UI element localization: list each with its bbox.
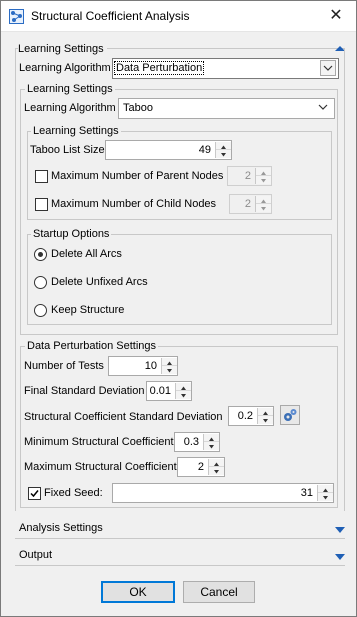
delete-unfixed-arcs-label: Delete Unfixed Arcs [51,276,148,288]
max-children-value: 2 [244,198,251,210]
output-title: Output [19,549,56,561]
spin-down-icon[interactable] [176,391,191,399]
spin-down-icon[interactable] [318,493,333,501]
spin-down-icon[interactable] [256,204,271,212]
coef-std-spinner[interactable]: 0.2 [228,406,274,426]
startup-options-title: Startup Options [31,228,112,240]
taboo-list-size-spinner[interactable]: 49 [105,140,232,160]
gear-icon[interactable] [280,405,300,425]
innermost-learning-settings-title: Learning Settings [31,125,121,137]
output-section[interactable]: Output [15,548,345,566]
final-std-spinner[interactable]: 0.01 [146,381,192,401]
close-button[interactable]: ✕ [316,1,356,31]
algorithm-select-value: Data Perturbation [113,61,205,75]
learning-settings-left-border [15,49,16,511]
inner-algorithm-select[interactable]: Taboo [118,98,335,119]
cancel-button[interactable]: Cancel [183,581,255,603]
spin-down-icon[interactable] [216,150,231,158]
spin-up-icon[interactable] [318,485,333,493]
min-coef-spinner[interactable]: 0.3 [174,432,220,452]
max-children-label: Maximum Number of Child Nodes [51,198,217,210]
chevron-down-icon [316,100,332,116]
final-std-value: 0.01 [149,385,171,397]
inner-algorithm-select-value: Taboo [123,102,153,114]
final-std-label: Final Standard Deviation [24,385,145,397]
algorithm-select[interactable]: Data Perturbation [112,58,339,79]
expand-down-icon[interactable] [335,552,345,560]
inner-algorithm-label: Learning Algorithm [24,102,116,114]
max-parents-spinner[interactable]: 2 [227,166,272,186]
number-of-tests-label: Number of Tests [24,360,104,372]
ok-button[interactable]: OK [101,581,175,603]
algorithm-label: Learning Algorithm [19,62,111,74]
max-parents-value: 2 [244,170,251,182]
max-coef-value: 2 [197,461,204,473]
dialog-window: Structural Coefficient Analysis ✕ Learni… [0,0,357,617]
taboo-list-size-value: 49 [198,144,211,156]
window-title: Structural Coefficient Analysis [31,9,190,23]
number-of-tests-spinner[interactable]: 10 [108,356,178,376]
delete-all-arcs-label: Delete All Arcs [51,248,122,260]
chevron-down-icon [320,60,336,76]
expand-down-icon[interactable] [335,525,345,533]
fixed-seed-checkbox[interactable] [28,487,41,500]
fixed-seed-spinner[interactable]: 31 [112,483,334,503]
max-parents-label: Maximum Number of Parent Nodes [51,170,224,182]
spin-down-icon[interactable] [204,442,219,450]
keep-structure-label: Keep Structure [51,304,125,316]
coef-std-label: Structural Coefficient Standard Deviatio… [24,411,223,423]
inner-learning-settings-title: Learning Settings [25,83,115,95]
spin-up-icon[interactable] [176,383,191,391]
fixed-seed-label: Fixed Seed: [44,487,103,499]
spin-up-icon[interactable] [204,434,219,442]
number-of-tests-value: 10 [144,360,157,372]
max-coef-spinner[interactable]: 2 [177,457,225,477]
spin-down-icon[interactable] [258,416,273,424]
learning-settings-title: Learning Settings [18,43,107,55]
spin-down-icon[interactable] [162,366,177,374]
max-children-checkbox[interactable] [35,198,48,211]
spin-down-icon[interactable] [209,467,224,475]
coef-std-value: 0.2 [237,410,253,422]
learning-settings-right-border [344,49,345,511]
app-icon [9,9,24,24]
spin-up-icon[interactable] [256,168,271,176]
delete-all-arcs-radio[interactable] [34,248,47,261]
max-children-spinner[interactable]: 2 [229,194,272,214]
checkmark-icon [30,490,39,498]
taboo-list-size-label: Taboo List Size [30,144,105,156]
analysis-settings-section[interactable]: Analysis Settings [15,521,345,539]
delete-unfixed-arcs-radio[interactable] [34,276,47,289]
spin-up-icon[interactable] [256,196,271,204]
title-bar: Structural Coefficient Analysis ✕ [1,1,356,32]
min-coef-label: Minimum Structural Coefficient [24,436,174,448]
data-perturbation-title: Data Perturbation Settings [25,340,159,352]
spin-down-icon[interactable] [256,176,271,184]
spin-up-icon[interactable] [209,459,224,467]
fixed-seed-value: 31 [300,487,313,499]
min-coef-value: 0.3 [183,436,199,448]
spin-up-icon[interactable] [258,408,273,416]
spin-up-icon[interactable] [162,358,177,366]
keep-structure-radio[interactable] [34,304,47,317]
spin-up-icon[interactable] [216,142,231,150]
analysis-settings-title: Analysis Settings [19,522,106,534]
max-coef-label: Maximum Structural Coefficient [24,461,177,473]
max-parents-checkbox[interactable] [35,170,48,183]
